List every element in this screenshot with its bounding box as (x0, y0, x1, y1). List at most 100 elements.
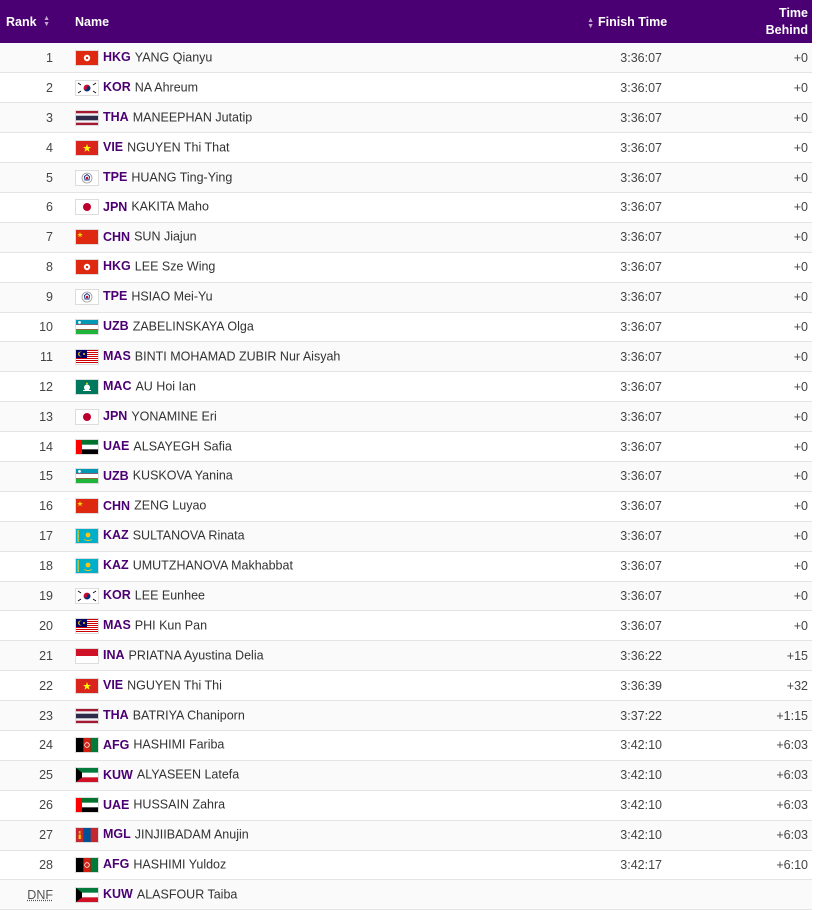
finish-time: 3:36:07 (620, 529, 662, 544)
table-row: 7 CHN SUN Jiajun 3:36:07 +0 (0, 222, 812, 253)
finish-time: 3:36:07 (620, 230, 662, 245)
country-flag-icon (75, 737, 99, 754)
athlete-name: PRIATNA Ayustina Delia (128, 648, 264, 663)
finish-time: 3:36:07 (620, 110, 662, 125)
country-flag-icon (75, 169, 99, 186)
finish-time: 3:36:07 (620, 140, 662, 155)
finish-time-cell: 3:36:07 (598, 521, 712, 551)
table-row: 19 KOR LEE Eunhee 3:36:07 +0 (0, 581, 812, 611)
athlete-cell: KOR LEE Eunhee (63, 581, 598, 611)
rank-cell: 23 (39, 708, 53, 723)
finish-time-cell: 3:36:07 (598, 222, 712, 252)
country-code: KOR (103, 80, 131, 95)
time-behind-cell: +0 (793, 379, 808, 394)
rank-cell: 1 (46, 50, 53, 65)
athlete-name: ZABELINSKAYA Olga (132, 319, 254, 334)
finish-time: 3:42:10 (620, 828, 662, 843)
finish-time-cell: 3:42:10 (598, 820, 712, 850)
athlete-name: NGUYEN Thi That (127, 139, 230, 154)
rank-cell: 16 (39, 499, 53, 514)
column-header-time-behind: Time Behind (712, 0, 812, 43)
rank-cell: 28 (39, 857, 53, 872)
rank-cell: 19 (39, 588, 53, 603)
country-flag-icon (75, 856, 99, 873)
table-row: 20 MAS PHI Kun Pan 3:36:07 +0 (0, 611, 812, 641)
time-behind-cell: +0 (793, 50, 808, 65)
time-behind-cell: +0 (793, 110, 808, 125)
finish-time: 3:36:07 (620, 349, 662, 364)
sort-icon[interactable]: ▲ ▼ (43, 15, 50, 28)
column-header-rank[interactable]: Rank ▲ ▼ (0, 0, 63, 43)
athlete-name: ALSAYEGH Safia (133, 438, 232, 453)
athlete-cell: HKG LEE Sze Wing (63, 252, 598, 282)
athlete-cell: VIE NGUYEN Thi Thi (63, 671, 598, 701)
time-behind-cell: +0 (793, 170, 808, 185)
rank-cell: 21 (39, 648, 53, 663)
table-row: 2 KOR NA Ahreum 3:36:07 +0 (0, 73, 812, 103)
finish-time: 3:36:07 (620, 170, 662, 185)
rank-cell[interactable]: DNF (0, 880, 63, 910)
rank-cell: 26 (39, 798, 53, 813)
athlete-cell: KAZ UMUTZHANOVA Makhabbat (63, 551, 598, 581)
country-code: AFG (103, 857, 130, 872)
time-behind-cell: +6:10 (776, 857, 808, 872)
athlete-cell: CHN SUN Jiajun (63, 222, 598, 252)
finish-time-cell: 3:36:22 (598, 641, 712, 671)
time-behind-cell: +0 (793, 409, 808, 424)
country-code: VIE (103, 677, 124, 692)
athlete-name: ALASFOUR Taiba (136, 887, 238, 902)
finish-time-cell: 3:36:07 (598, 312, 712, 342)
country-flag-icon (75, 348, 99, 365)
country-flag-icon (75, 408, 99, 425)
table-row: 8 HKG LEE Sze Wing 3:36:07 +0 (0, 252, 812, 283)
athlete-name: KUSKOVA Yanina (132, 468, 233, 483)
header-row: Rank ▲ ▼ Name ▲ ▼ Finish Time Time Behind (0, 0, 812, 43)
athlete-name: ZENG Luyao (134, 498, 207, 513)
country-code: KUW (103, 887, 133, 902)
finish-time: 3:36:07 (620, 439, 662, 454)
table-row: 16 CHN ZENG Luyao 3:36:07 +0 (0, 491, 812, 522)
rank-cell: 8 (46, 260, 53, 275)
finish-time-cell: 3:37:22 (598, 701, 712, 731)
finish-time: 3:36:07 (620, 379, 662, 394)
finish-time: 3:36:07 (620, 319, 662, 334)
time-behind-cell: +6:03 (776, 738, 808, 753)
rank-cell: 3 (46, 110, 53, 125)
athlete-cell: UZB KUSKOVA Yanina (63, 461, 598, 491)
time-behind-cell: +0 (793, 499, 808, 514)
table-row: 26 UAE HUSSAIN Zahra 3:42:10 +6:03 (0, 790, 812, 821)
country-flag-icon (75, 378, 99, 395)
sort-icon[interactable]: ▲ ▼ (587, 17, 594, 30)
country-code: CHN (103, 498, 131, 513)
finish-time-cell: 3:36:07 (598, 432, 712, 462)
table-row: DNF KUW ALASFOUR Taiba (0, 879, 812, 910)
results-table: Rank ▲ ▼ Name ▲ ▼ Finish Time Time Behind … (0, 0, 812, 910)
finish-time-cell: 3:36:39 (598, 671, 712, 701)
rank-cell: 20 (39, 618, 53, 633)
column-header-name[interactable]: Name ▲ ▼ (63, 0, 598, 43)
country-flag-icon (75, 677, 99, 694)
country-flag-icon (75, 707, 99, 724)
finish-time: 3:42:10 (620, 738, 662, 753)
athlete-cell: MAC AU Hoi Ian (63, 372, 598, 402)
athlete-cell: THA MANEEPHAN Jutatip (63, 103, 598, 133)
rank-cell: 18 (39, 559, 53, 574)
athlete-cell: KOR NA Ahreum (63, 73, 598, 103)
athlete-cell: UAE ALSAYEGH Safia (63, 432, 598, 462)
table-row: 11 MAS BINTI MOHAMAD ZUBIR Nur Aisyah 3:36:… (0, 341, 812, 372)
rank-cell: 25 (39, 768, 53, 783)
finish-time-cell: 3:36:07 (598, 252, 712, 282)
finish-time-cell: 3:36:07 (598, 551, 712, 581)
rank-cell: 4 (46, 140, 53, 155)
country-code: TPE (103, 169, 128, 184)
country-flag-icon (75, 827, 99, 844)
time-behind-cell: +0 (793, 469, 808, 484)
country-code: HKG (103, 259, 131, 274)
country-code: THA (103, 707, 129, 722)
table-row: 25 KUW ALYASEEN Latefa 3:42:10 +6:03 (0, 760, 812, 791)
athlete-cell: MAS PHI Kun Pan (63, 611, 598, 641)
country-flag-icon (75, 587, 99, 604)
country-flag-icon (75, 617, 99, 634)
athlete-cell: INA PRIATNA Ayustina Delia (63, 641, 598, 671)
athlete-name: BATRIYA Chaniporn (132, 707, 245, 722)
